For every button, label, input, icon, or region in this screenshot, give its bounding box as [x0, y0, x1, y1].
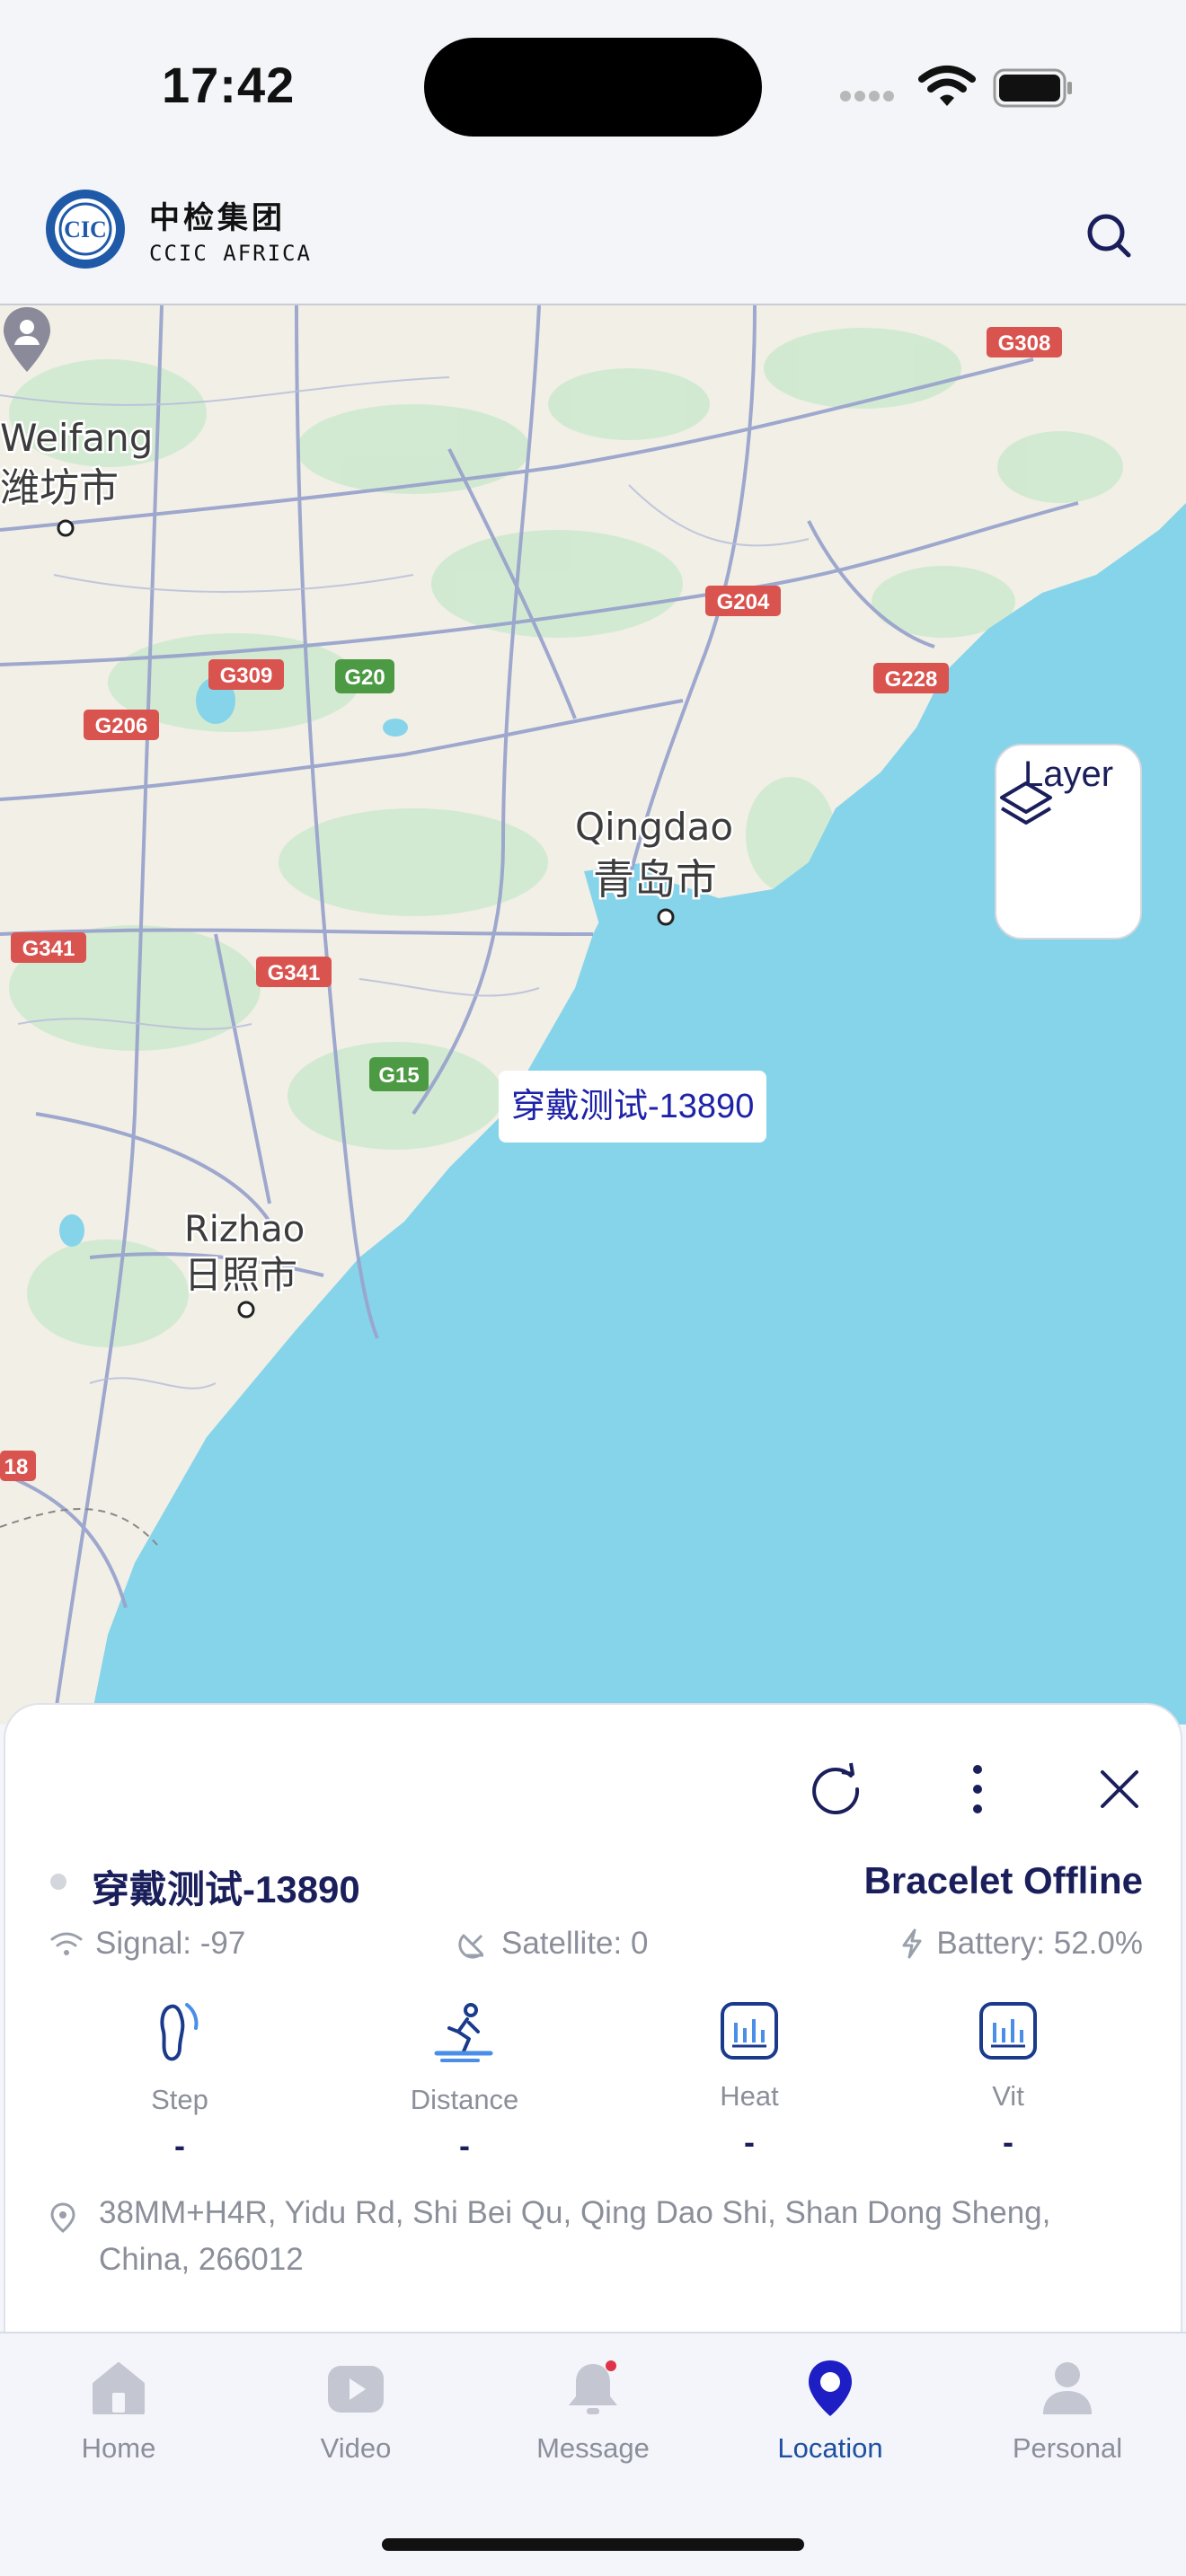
- map-view[interactable]: Weifang 潍坊市 Qingdao 青岛市 Rizhao 日照市 G308 …: [0, 305, 1186, 1725]
- tab-home[interactable]: Home: [20, 2359, 217, 2465]
- status-bar: 17:42: [0, 0, 1186, 171]
- shield-g308: G308: [998, 331, 1051, 356]
- metric-heat[interactable]: Heat -: [659, 2001, 839, 2161]
- logo-en-text: CCIC AFRICA: [149, 240, 312, 266]
- dynamic-island: [424, 38, 762, 137]
- logo-cn-text: 中检集团: [149, 200, 286, 235]
- battery-info: Battery: 52.0%: [900, 1926, 1143, 1962]
- layers-icon: [1000, 781, 1052, 825]
- location-pin-icon: [50, 2202, 75, 2233]
- address-row: 38MM+H4R, Yidu Rd, Shi Bei Qu, Qing Dao …: [50, 2190, 1111, 2283]
- search-icon[interactable]: [1078, 205, 1141, 268]
- city-label-weifang-en: Weifang: [0, 416, 153, 460]
- device-status: Bracelet Offline: [863, 1859, 1143, 1901]
- tab-message[interactable]: Message: [494, 2359, 692, 2465]
- metrics-row: Step - Distance - Heat - Vit -: [5, 2001, 1184, 2164]
- wifi-icon: [918, 66, 976, 106]
- footprint-icon: [160, 2003, 199, 2061]
- home-icon: [93, 2362, 145, 2414]
- tab-location[interactable]: Location: [731, 2359, 929, 2465]
- metric-step[interactable]: Step -: [90, 2001, 270, 2165]
- shield-g15: G15: [378, 1063, 419, 1088]
- shield-g341: G341: [268, 961, 321, 985]
- status-dot: [50, 1874, 66, 1890]
- city-label-weifang-cn: 潍坊市: [0, 465, 119, 511]
- ccic-logo-icon: CIC: [46, 190, 125, 269]
- address-text: 38MM+H4R, Yidu Rd, Shi Bei Qu, Qing Dao …: [99, 2195, 1051, 2277]
- shield-g341: G341: [22, 937, 75, 961]
- metric-vit[interactable]: Vit -: [918, 2001, 1098, 2161]
- tab-video[interactable]: Video: [257, 2359, 455, 2465]
- more-options-button[interactable]: [943, 1755, 1012, 1823]
- device-name: 穿戴测试-13890: [92, 1868, 360, 1910]
- close-icon: [1101, 1770, 1138, 1808]
- tab-personal[interactable]: Personal: [969, 2359, 1166, 2465]
- video-play-icon: [328, 2366, 384, 2413]
- bolt-icon: [902, 1928, 922, 1959]
- wifi-signal-icon: [50, 1932, 83, 1955]
- unread-dot: [606, 2360, 616, 2371]
- app-header: CIC 中检集团 CCIC AFRICA: [0, 171, 1186, 305]
- svg-text:CIC: CIC: [64, 216, 107, 243]
- status-time: 17:42: [162, 57, 296, 113]
- home-indicator[interactable]: [382, 2538, 804, 2551]
- shield-g204: G204: [717, 590, 770, 614]
- shield-g206: G206: [95, 714, 148, 738]
- shield-g18: 18: [4, 1455, 29, 1479]
- city-label-rizhao-cn: 日照市: [184, 1253, 297, 1297]
- bell-icon: [569, 2360, 617, 2414]
- signal-info: Signal: -97: [50, 1926, 245, 1962]
- satellite-icon: [458, 1934, 483, 1959]
- refresh-button[interactable]: [801, 1755, 870, 1823]
- shield-g20: G20: [344, 666, 385, 690]
- city-label-rizhao-en: Rizhao: [184, 1209, 305, 1250]
- ccic-logo: CIC 中检集团 CCIC AFRICA: [43, 187, 312, 271]
- city-label-qingdao-cn: 青岛市: [593, 855, 717, 904]
- bar-chart-icon: [979, 2002, 1037, 2060]
- map-canvas: Weifang 潍坊市 Qingdao 青岛市 Rizhao 日照市 G308 …: [0, 305, 1186, 1725]
- satellite-info: Satellite: 0: [458, 1926, 648, 1962]
- running-icon: [434, 2003, 493, 2062]
- bar-chart-icon: [721, 2002, 778, 2060]
- device-info-sheet: 穿戴测试-13890 Bracelet Offline Signal: -97 …: [4, 1703, 1182, 2332]
- close-button[interactable]: [1085, 1755, 1154, 1823]
- battery-icon: [993, 68, 1072, 108]
- location-marker-icon: [809, 2360, 852, 2416]
- shield-g309: G309: [220, 664, 273, 688]
- city-label-qingdao-en: Qingdao: [575, 805, 733, 849]
- cellular-signal-icon: [840, 90, 903, 102]
- device-location-pin-icon[interactable]: [0, 305, 54, 375]
- refresh-icon: [812, 1762, 860, 1815]
- shield-g228: G228: [885, 667, 938, 692]
- user-icon: [1043, 2362, 1092, 2414]
- device-tooltip[interactable]: 穿戴测试-13890: [499, 1071, 767, 1142]
- layer-button[interactable]: Layer: [995, 744, 1142, 940]
- more-vertical-icon: [973, 1765, 982, 1813]
- metric-distance[interactable]: Distance -: [375, 2001, 554, 2165]
